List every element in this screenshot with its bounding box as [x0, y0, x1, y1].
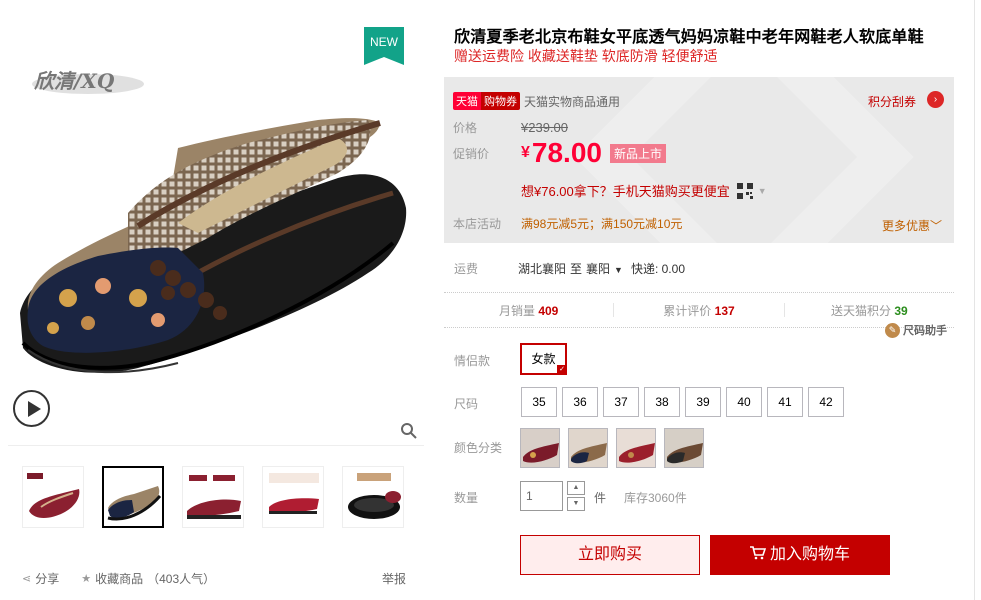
reviews-value: 137 — [714, 303, 735, 318]
thumbnail-strip — [22, 466, 404, 528]
new-on-badge: 新品上市 — [609, 143, 666, 163]
color-swatch-4[interactable] — [664, 428, 704, 468]
brand-logo-text: 欣清/XQ — [34, 69, 115, 93]
mobile-tip[interactable]: 想¥76.00拿下？手机天猫购买更便宜 — [521, 181, 730, 200]
zoom-icon[interactable] — [400, 422, 418, 440]
shipping-label: 运费 — [454, 262, 479, 276]
add-to-cart-label: 加入购物车 — [769, 546, 850, 563]
chevron-down-icon: ▼ — [614, 265, 623, 275]
points-stat: 送天猫积分 39 — [785, 302, 954, 319]
size-helper-link[interactable]: ✎ 尺码助手 — [885, 322, 947, 338]
color-swatch-2[interactable] — [568, 428, 608, 468]
size-option[interactable]: 35 — [521, 387, 557, 417]
stats-bar: 月销量 409 累计评价 137 送天猫积分 39 — [444, 292, 954, 328]
shipping-destination: 襄阳 — [586, 262, 611, 276]
page-right-border — [974, 0, 975, 600]
size-option[interactable]: 40 — [726, 387, 762, 417]
thumbnail-3[interactable] — [182, 466, 244, 528]
size-option[interactable]: 37 — [603, 387, 639, 417]
shipping-to-word: 至 — [570, 262, 583, 276]
size-option[interactable]: 39 — [685, 387, 721, 417]
new-badge: NEW — [364, 27, 404, 65]
buy-now-button[interactable]: 立即购买 — [520, 535, 700, 575]
quantity-unit: 件 — [594, 491, 607, 505]
more-offers-link[interactable]: 更多优惠﹀ — [882, 217, 942, 234]
points-label: 送天猫积分 — [830, 303, 891, 318]
activity-row: 本店活动 满98元减5元；满150元减10元 — [453, 215, 682, 232]
promo-price: 78.00 — [531, 137, 602, 168]
chevron-down-icon: ﹀ — [929, 219, 942, 233]
report-link[interactable]: 举报 — [382, 570, 406, 587]
thumbnail-2[interactable] — [102, 466, 164, 528]
tmall-tag: 天猫 — [453, 92, 481, 110]
monthly-sales-label: 月销量 — [498, 303, 535, 318]
shipping-from: 湖北襄阳 — [518, 262, 567, 276]
mobile-tip-row[interactable]: 想¥76.00拿下？手机天猫购买更便宜 ▼ — [521, 181, 767, 200]
original-price-row: 价格 ¥239.00 — [453, 119, 568, 136]
promo-price-label: 促销价 — [453, 146, 490, 161]
shipping-row: 运费 湖北襄阳 至 襄阳 ▼ 快递: 0.00 — [454, 260, 689, 277]
couple-option-label: 情侣款 — [454, 354, 491, 368]
price-box: 天猫 购物券 天猫实物商品通用 积分刮券 › 价格 ¥239.00 促销价 ¥ … — [444, 77, 954, 243]
reviews-stat[interactable]: 累计评价 137 — [614, 302, 783, 319]
points-value: 39 — [894, 303, 908, 318]
promo-price-row: 促销价 ¥ 78.00 新品上市 — [453, 137, 666, 169]
quantity-label: 数量 — [454, 491, 479, 505]
size-options: 35 36 37 38 39 40 41 42 — [521, 387, 844, 417]
color-options — [520, 428, 704, 468]
reviews-label: 累计评价 — [663, 303, 712, 318]
size-helper-label: 尺码助手 — [903, 325, 947, 337]
size-option-label: 尺码 — [454, 397, 479, 411]
share-icon: ⋖ — [22, 573, 32, 585]
quantity-increase-button[interactable]: ▲ — [567, 481, 585, 495]
stock-count: 库存3060件 — [624, 491, 687, 505]
coupon-row: 天猫 购物券 天猫实物商品通用 — [453, 92, 620, 110]
size-option[interactable]: 42 — [808, 387, 844, 417]
qr-code-icon[interactable] — [736, 182, 754, 200]
activity-text: 满98元减5元；满150元减10元 — [521, 217, 683, 231]
size-option[interactable]: 41 — [767, 387, 803, 417]
favorite-count: （403人气） — [147, 572, 216, 586]
quantity-input[interactable]: 1 — [520, 481, 563, 511]
shipping-destination-select[interactable]: 襄阳 ▼ — [586, 260, 627, 277]
share-favorite-row: ⋖ 分享 ★ 收藏商品 （403人气） 举报 — [22, 570, 406, 587]
add-to-cart-button[interactable]: 加入购物车 — [710, 535, 890, 575]
share-link[interactable]: 分享 — [35, 570, 59, 587]
more-offers-label: 更多优惠 — [881, 219, 930, 233]
ruler-icon: ✎ — [885, 322, 900, 338]
monthly-sales-value: 409 — [538, 303, 559, 318]
thumbnail-1[interactable] — [22, 466, 84, 528]
product-title: 欣清夏季老北京布鞋女平底透气妈妈凉鞋中老年网鞋老人软底单鞋 — [454, 29, 924, 46]
currency-symbol: ¥ — [521, 144, 530, 161]
couple-option-women[interactable]: 女款 — [520, 343, 567, 375]
coupon-tag: 购物券 — [481, 92, 520, 110]
thumbnail-4[interactable] — [262, 466, 324, 528]
favorite-link[interactable]: 收藏商品 — [95, 570, 143, 587]
color-swatch-1[interactable] — [520, 428, 560, 468]
thumbnail-5[interactable] — [342, 466, 404, 528]
color-swatch-3[interactable] — [616, 428, 656, 468]
chevron-right-icon[interactable]: › — [927, 91, 944, 108]
shipping-method: 快递: 0.00 — [630, 262, 685, 276]
product-subtitle: 赠送运费险 收藏送鞋垫 软底防滑 轻便舒适 — [454, 48, 718, 64]
original-price-label: 价格 — [453, 121, 478, 135]
original-price: ¥239.00 — [521, 120, 568, 135]
size-option[interactable]: 38 — [644, 387, 680, 417]
quantity-decrease-button[interactable]: ▼ — [567, 497, 585, 511]
gallery-divider — [8, 445, 424, 446]
score-coupon-link[interactable]: 积分刮券 — [868, 93, 916, 110]
color-option-label: 颜色分类 — [454, 441, 503, 455]
size-option[interactable]: 36 — [562, 387, 598, 417]
activity-label: 本店活动 — [453, 217, 502, 231]
brand-logo: 欣清/XQ — [30, 56, 146, 98]
play-video-button[interactable] — [13, 390, 50, 427]
monthly-sales-stat: 月销量 409 — [444, 302, 613, 319]
cart-icon — [749, 536, 767, 560]
star-icon: ★ — [81, 573, 92, 585]
chevron-down-icon[interactable]: ▼ — [758, 186, 767, 196]
coupon-text: 天猫实物商品通用 — [524, 94, 621, 109]
